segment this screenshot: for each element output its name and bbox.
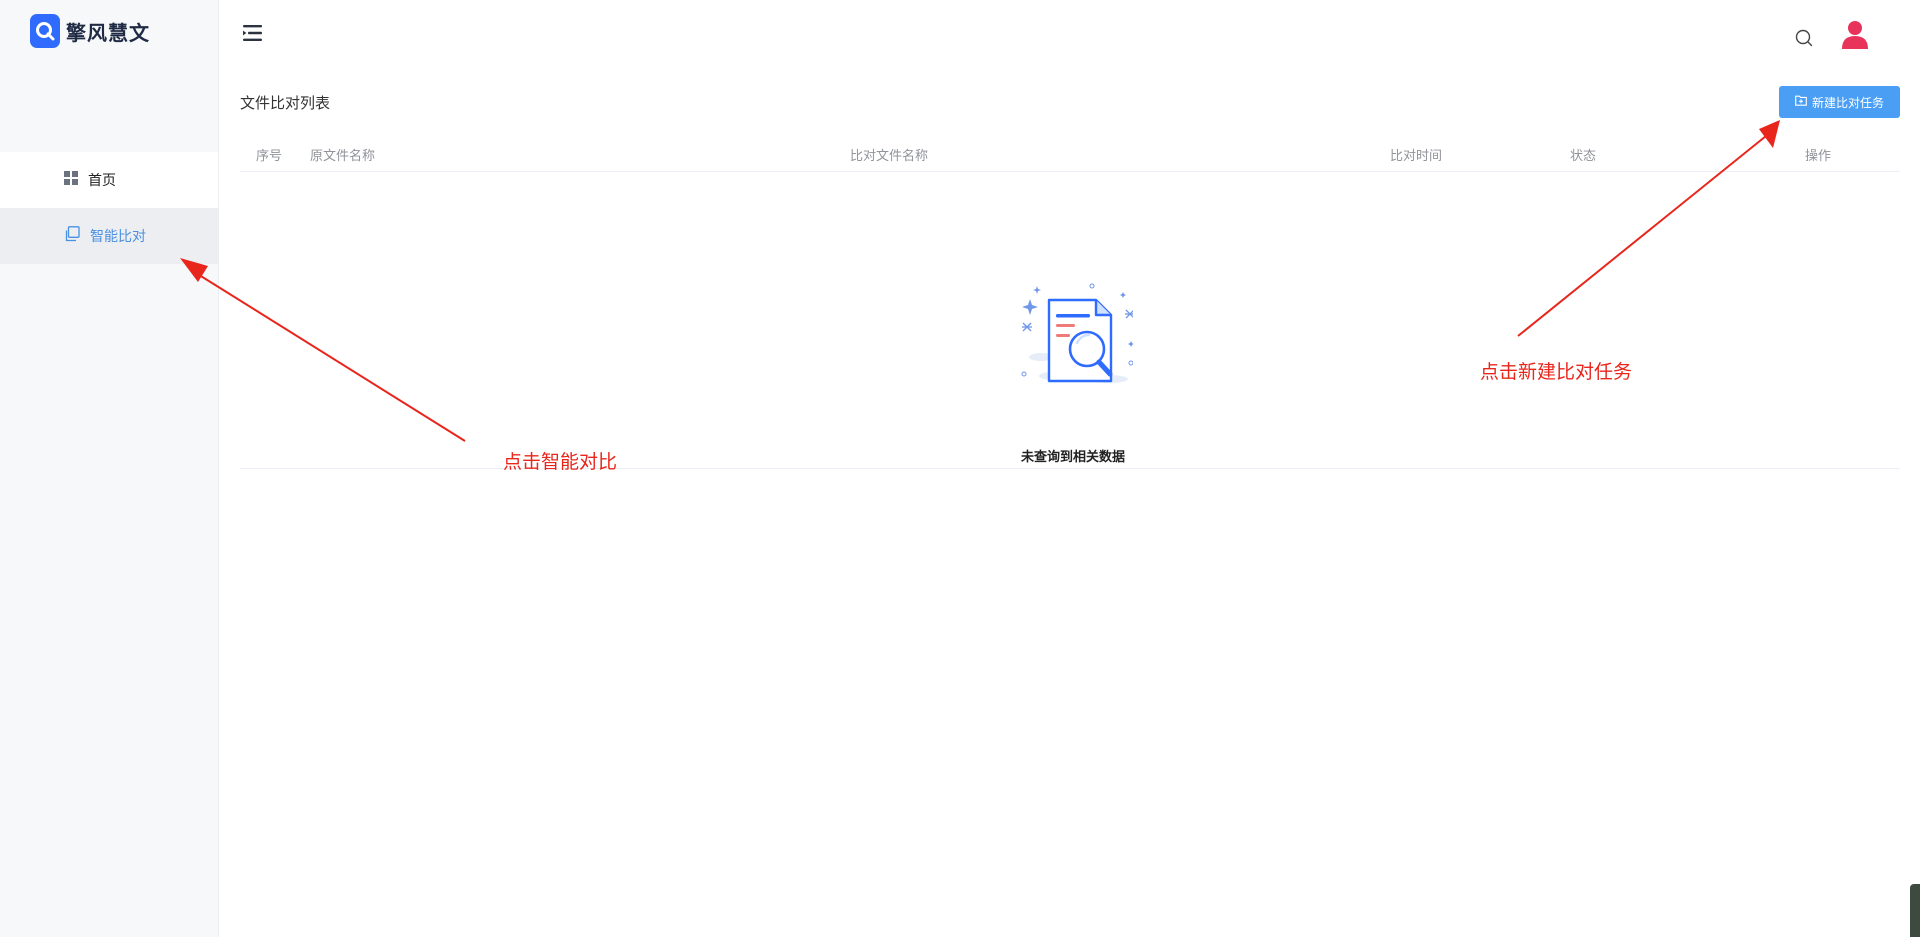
copy-icon <box>64 226 80 246</box>
empty-state-text: 未查询到相关数据 <box>1020 450 1125 465</box>
column-header[interactable]: 操作 <box>1805 145 1831 164</box>
annotation-click-smart-compare: 点击智能对比 <box>503 451 618 473</box>
new-compare-task-button[interactable]: 新建比对任务 <box>1779 86 1900 118</box>
new-compare-task-label: 新建比对任务 <box>1811 95 1884 110</box>
table-header: 序号 原文件名称 比对文件名称 比对时间 状态 操作 <box>240 142 1900 172</box>
folder-add-icon <box>1795 95 1807 109</box>
grid-icon <box>64 171 78 189</box>
compare-table: 序号 原文件名称 比对文件名称 比对时间 状态 操作 未查询到相关数据 <box>240 142 1900 470</box>
sidebar-item-home[interactable]: 首页 <box>0 152 218 208</box>
scrollbar-handle[interactable] <box>1910 884 1920 937</box>
column-header[interactable]: 原文件名称 <box>310 145 375 164</box>
sidebar-menu: 首页 智能比对 <box>0 152 218 264</box>
sidebar-item-label: 首页 <box>88 173 116 189</box>
column-header[interactable]: 状态 <box>1570 145 1596 164</box>
sidebar: 擎风慧文 首页 智能比对 <box>0 0 219 937</box>
column-header[interactable]: 比对时间 <box>1390 145 1442 164</box>
column-header[interactable]: 比对文件名称 <box>850 145 928 164</box>
menu-fold-icon[interactable] <box>243 24 263 42</box>
brand-name: 擎风慧文 <box>66 20 150 45</box>
search-icon[interactable] <box>1794 28 1814 48</box>
user-icon[interactable] <box>1841 20 1869 50</box>
annotation-click-new-task: 点击新建比对任务 <box>1480 361 1633 383</box>
empty-document-search-icon <box>1013 282 1135 394</box>
brand[interactable]: 擎风慧文 <box>30 14 150 48</box>
sidebar-item-smart-compare[interactable]: 智能比对 <box>0 208 218 264</box>
page-title: 文件比对列表 <box>240 94 331 112</box>
app-root: 擎风慧文 首页 智能比对 文件比对列表 新建比对任务 序号 原文件名称 比对文件… <box>0 0 1920 937</box>
column-header[interactable]: 序号 <box>256 145 282 164</box>
sidebar-item-label: 智能比对 <box>90 229 146 245</box>
brand-logo-icon <box>30 14 60 48</box>
table-empty-state: 未查询到相关数据 <box>240 172 1900 469</box>
